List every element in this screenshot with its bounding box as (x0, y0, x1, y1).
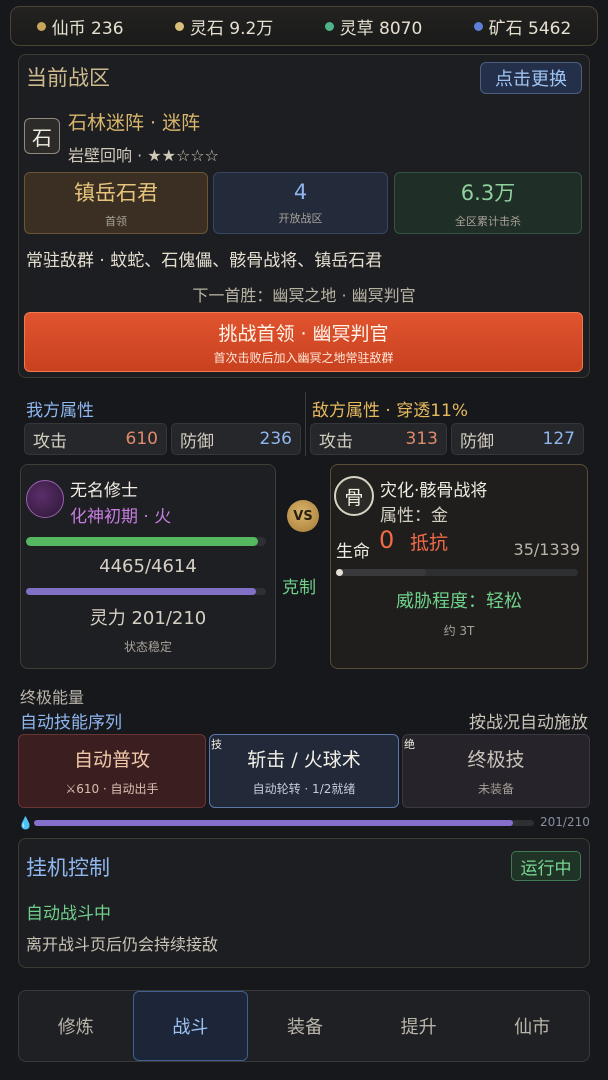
player-status: 状态稳定 (123, 640, 172, 654)
boss-name: 镇岳石君 (74, 181, 158, 205)
zone-title: 当前战区 (26, 66, 110, 90)
enemy-hp-bar (336, 569, 578, 576)
resident-enemies: 常驻敌群 · 蚊蛇、石傀儡、骸骨战将、镇岳石君 (26, 251, 383, 271)
my-attack-value: 610 (125, 429, 158, 449)
enemy-name: 灾化·骸骨战将 (380, 481, 488, 501)
skill-tag-technique: 技 (211, 738, 222, 751)
enemy-hp-track (336, 569, 426, 576)
kills-stat: 6.3万 全区累计击杀 (394, 172, 582, 234)
enemy-resist-label: 抵抗 (410, 532, 449, 554)
auto-battle-state: 自动战斗中 (26, 904, 111, 924)
resource-spirit-stone-label: 灵石 9.2万 (189, 18, 274, 39)
enemy-hp-fill (336, 569, 344, 576)
player-realm: 化神初期 · 火 (70, 507, 172, 527)
counter-label: 克制 (282, 578, 316, 598)
skill-auto-attack-desc: ⚔610 · 自动出手 (65, 782, 159, 796)
kills-label: 全区累计击杀 (455, 215, 521, 228)
skill-slash-fireball-desc: 自动轮转 · 1/2就绪 (252, 782, 356, 796)
player-hp-text: 4465/4614 (99, 556, 197, 577)
enemy-element: 属性：金 (380, 506, 448, 526)
boss-stat: 镇岳石君 首领 (24, 172, 208, 234)
skill-auto-attack[interactable]: 自动普攻 ⚔610 · 自动出手 (18, 734, 206, 808)
skill-ultimate[interactable]: 终极技 未装备 (402, 734, 590, 808)
nav-cultivate[interactable]: 修炼 (19, 991, 133, 1061)
boss-label: 首领 (105, 215, 127, 228)
my-attributes-title: 我方属性 (26, 401, 94, 421)
vs-badge: VS (287, 500, 319, 532)
enemy-avatar: 骨 (334, 476, 374, 516)
enemy-turns: 约 3T (443, 624, 475, 638)
open-zones-label: 开放战区 (278, 212, 323, 225)
resource-ore: 矿石 5462 (473, 14, 572, 39)
resource-spirit-stone: 灵石 9.2万 (174, 14, 274, 39)
nav-battle[interactable]: 战斗 (132, 991, 249, 1061)
enemy-attributes-title: 敌方属性 · 穿透11% (312, 401, 468, 421)
challenge-subtitle: 首次击败后加入幽冥之地常驻敌群 (213, 350, 394, 365)
skill-slash-fireball-name: 斩击 / 火球术 (247, 749, 361, 771)
nav-upgrade[interactable]: 提升 (362, 991, 476, 1061)
bottom-nav: 修炼 战斗 装备 提升 仙市 (18, 990, 590, 1062)
my-attack: 攻击 610 (24, 423, 167, 455)
switch-zone-button[interactable]: 点击更换 (480, 62, 582, 94)
energy-fill (34, 820, 513, 826)
player-name: 无名修士 (70, 481, 138, 501)
my-defense-label: 防御 (180, 431, 214, 452)
enemy-life-value: 0 (379, 526, 395, 554)
enemy-attack: 攻击 313 (310, 423, 447, 455)
resource-herb: 灵草 8070 (324, 14, 423, 39)
resource-herb-label: 灵草 8070 (339, 18, 423, 39)
resource-coin-label: 仙币 236 (51, 18, 124, 39)
open-zones-value: 4 (293, 180, 308, 204)
player-avatar (26, 480, 64, 518)
resource-bar: 仙币 236 灵石 9.2万 灵草 8070 矿石 5462 (10, 6, 598, 46)
player-hp-fill (26, 537, 259, 546)
stone-icon: 石 (24, 118, 60, 154)
nav-market[interactable]: 仙市 (475, 991, 589, 1061)
enemy-defense-label: 防御 (460, 431, 494, 452)
skill-sequence-title: 自动技能序列 (20, 713, 122, 733)
player-hp-bar (26, 537, 266, 546)
nav-equipment[interactable]: 装备 (248, 991, 362, 1061)
enemy-life-label: 生命 (336, 542, 370, 562)
ultimate-energy-title: 终极能量 (20, 688, 85, 707)
spirit-stone-icon (174, 21, 184, 31)
idle-description: 离开战斗页后仍会持续接敌 (26, 935, 219, 954)
enemy-attack-value: 313 (405, 429, 438, 449)
ore-icon (473, 21, 483, 31)
attributes-divider (305, 392, 306, 456)
stage-name: 石林迷阵 · 迷阵 (68, 112, 201, 134)
player-mp-text: 灵力 201/210 (89, 608, 207, 629)
resource-ore-label: 矿石 5462 (488, 18, 572, 39)
my-defense: 防御 236 (171, 423, 301, 455)
skill-tag-ultimate: 绝 (404, 738, 415, 751)
my-attack-label: 攻击 (33, 431, 67, 452)
idle-title: 挂机控制 (26, 856, 110, 880)
stage-difficulty: 岩壁回响 · ★★☆☆☆ (68, 146, 219, 165)
enemy-threat: 威胁程度：轻松 (396, 591, 522, 612)
next-boss: 下一首胜：幽冥之地 · 幽冥判官 (192, 286, 416, 305)
energy-text: 201/210 (540, 815, 590, 829)
skill-auto-attack-name: 自动普攻 (73, 749, 150, 771)
challenge-boss-button[interactable]: 挑战首领 · 幽冥判官 首次击败后加入幽冥之地常驻敌群 (24, 312, 583, 372)
enemy-defense-value: 127 (542, 429, 575, 449)
skill-ultimate-desc: 未装备 (477, 782, 514, 796)
energy-bar (34, 820, 534, 826)
herb-icon (324, 21, 334, 31)
auto-cast-label: 按战况自动施放 (469, 713, 588, 733)
enemy-attack-label: 攻击 (319, 431, 353, 452)
kills-value: 6.3万 (460, 181, 516, 205)
coin-icon (36, 21, 46, 31)
skill-slash-fireball[interactable]: 斩击 / 火球术 自动轮转 · 1/2就绪 (209, 734, 399, 808)
skill-ultimate-name: 终极技 (467, 749, 525, 771)
resource-coin: 仙币 236 (36, 14, 124, 39)
open-zones-stat: 4 开放战区 (213, 172, 388, 234)
player-mp-fill (26, 588, 256, 595)
enemy-hp-text: 35/1339 (513, 540, 580, 559)
energy-drop-icon: 💧 (18, 816, 33, 830)
player-mp-bar (26, 588, 266, 595)
running-status-button[interactable]: 运行中 (511, 851, 581, 881)
my-defense-value: 236 (259, 429, 292, 449)
enemy-defense: 防御 127 (451, 423, 584, 455)
challenge-title: 挑战首领 · 幽冥判官 (218, 322, 389, 345)
